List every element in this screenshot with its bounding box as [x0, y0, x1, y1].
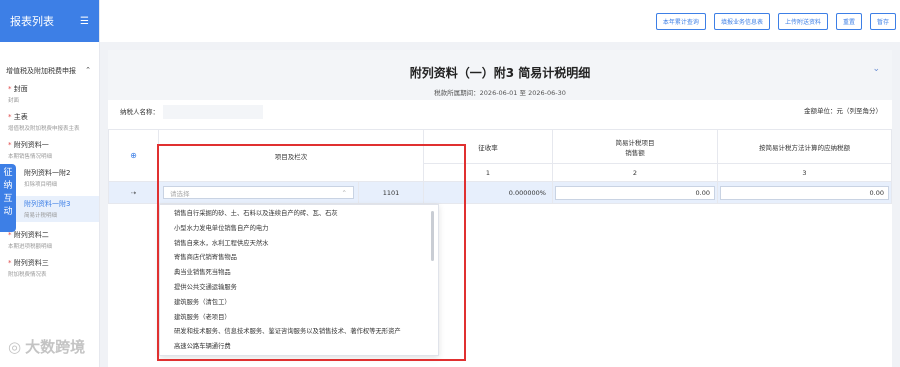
sidebar-item-sublabel: 扣除项目明细 [24, 182, 58, 188]
reset-button[interactable]: 重置 [835, 12, 862, 30]
watermark-logo-icon: ◎ [8, 337, 22, 356]
sales-cell: 0.00 [552, 181, 718, 204]
tax-input[interactable]: 0.00 [720, 185, 889, 200]
sidebar-item-label: 封面 [8, 84, 99, 94]
dropdown-scrollbar[interactable] [431, 211, 434, 261]
upload-attachments-button[interactable]: 上传附送资料 [777, 12, 828, 30]
sidebar-title: 报表列表 [10, 15, 54, 28]
dropdown-option[interactable]: 销售自来水，水利工程供应天然水 [160, 237, 438, 252]
sidebar-item-schedule-2[interactable]: 附列资料二 本期进项税额明细 [0, 230, 99, 250]
sidebar-item-label: 附列资料一附3 [24, 200, 71, 208]
sidebar-item-main[interactable]: 主表 增值税及附加税费申报表主表 [0, 112, 99, 132]
chevron-up-icon: ⌃ [341, 188, 347, 197]
dropdown-option[interactable]: 提供公共交通运输服务 [160, 281, 438, 296]
collapse-chevron-icon[interactable]: ⌄ [872, 64, 880, 74]
row-code: 1101 [358, 181, 424, 204]
item-dropdown: 销售自行采掘的砂、土、石料以及连续自产的砖、瓦、石灰 小型水力发电单位销售自产的… [159, 204, 439, 356]
header-rate: 征收率 [423, 129, 553, 164]
header-index-1: 1 [423, 163, 553, 182]
header-sales: 简易计税项目 销售额 [552, 129, 718, 164]
watermark: ◎ 大数跨境 [8, 336, 85, 357]
dropdown-option[interactable]: 销售自行采掘的砂、土、石料以及连续自产的砖、瓦、石灰 [160, 207, 438, 222]
header-index-3: 3 [717, 163, 892, 182]
sidebar-item-sublabel: 增值税及附加税费申报表主表 [8, 126, 80, 132]
save-draft-button[interactable]: 暂存 [869, 12, 896, 30]
sidebar-item-schedule-3[interactable]: 附列资料三 附加税费情况表 [0, 258, 99, 278]
sidebar-item-sublabel: 附加税费情况表 [8, 272, 47, 278]
annual-query-button[interactable]: 本年累计查询 [655, 12, 706, 30]
payer-name-field: 纳税人名称： [120, 105, 263, 119]
sidebar-group-label: 增值税及附加税费申报 [6, 67, 76, 75]
page-title: 附列资料（一）附3 简易计税明细 [409, 66, 591, 80]
dropdown-option[interactable]: 建筑服务（老项目） [160, 311, 438, 326]
sales-input[interactable]: 0.00 [555, 185, 715, 200]
payer-name-value [163, 105, 263, 119]
sidebar-item-cover[interactable]: 封面 封面 [0, 84, 99, 104]
item-select-placeholder: 请选择 [170, 189, 190, 198]
sidebar-item-sublabel: 本期销售情况明细 [8, 154, 53, 160]
dropdown-option[interactable]: 研发和技术服务、信息技术服务、鉴证咨询服务以及销售技术、著作权等无形资产 [160, 325, 438, 340]
sidebar-item-sublabel: 简易计税明细 [24, 213, 58, 219]
header-index-2: 2 [552, 163, 718, 182]
sidebar-item-label: 附列资料一 [8, 140, 99, 150]
add-row-cell: ⊕ [108, 129, 159, 182]
payer-name-label: 纳税人名称： [120, 108, 159, 116]
dropdown-option[interactable]: 高速公路车辆通行费 [160, 340, 438, 355]
watermark-text: 大数跨境 [25, 338, 86, 356]
table-row: ⇢ 请选择 ⌃ 1101 0.000000% 0.00 0.00 [108, 181, 892, 204]
info-row: 纳税人名称： 金额单位：元（列至角分） [120, 105, 882, 119]
interaction-float-tab[interactable]: 征纳互动 [0, 164, 16, 232]
item-select[interactable]: 请选择 ⌃ [163, 186, 354, 199]
business-info-button[interactable]: 填报业务信息表 [713, 12, 770, 30]
sidebar-item-label: 附列资料三 [8, 258, 99, 268]
amount-unit: 金额单位：元（列至角分） [804, 107, 882, 115]
sidebar-item-label: 附列资料一附2 [24, 169, 71, 177]
dropdown-option[interactable]: 典当业销售死当物品 [160, 266, 438, 281]
form-header: 附列资料（一）附3 简易计税明细 税款所属期间：2026-06-01 至 202… [108, 50, 892, 100]
tax-period: 税款所属期间：2026-06-01 至 2026-06-30 [434, 89, 566, 97]
sidebar-item-label: 附列资料二 [8, 230, 99, 240]
toolbar: 本年累计查询 填报业务信息表 上传附送资料 重置 暂存 [100, 0, 900, 42]
sidebar-header: 报表列表 ☰ [0, 0, 99, 42]
row-handle: ⇢ [108, 181, 159, 204]
item-select-cell: 请选择 ⌃ [158, 181, 359, 204]
row-rate: 0.000000% [423, 181, 553, 204]
sidebar-group[interactable]: 增值税及附加税费申报 ⌃ [0, 66, 99, 76]
sidebar-item-sublabel: 封面 [8, 98, 20, 104]
menu-icon[interactable]: ☰ [80, 16, 89, 27]
tax-cell: 0.00 [717, 181, 892, 204]
chevron-up-icon: ⌃ [85, 66, 91, 74]
dropdown-option[interactable]: 寄售商店代销寄售物品 [160, 251, 438, 266]
header-item: 项目及栏次 [158, 129, 424, 182]
sidebar-item-schedule-1[interactable]: 附列资料一 本期销售情况明细 [0, 140, 99, 160]
header-tax: 按简易计税方法计算的应纳税额 [717, 129, 892, 164]
sidebar-item-label: 主表 [8, 112, 99, 122]
dropdown-option[interactable]: 小型水力发电单位销售自产的电力 [160, 222, 438, 237]
simple-tax-table: ⊕ 项目及栏次 征收率 简易计税项目 销售额 按简易计税方法计算的应纳税额 1 … [108, 129, 892, 204]
sidebar-item-sublabel: 本期进项税额明细 [8, 244, 53, 250]
dropdown-option[interactable]: 建筑服务（清包工） [160, 296, 438, 311]
add-row-icon[interactable]: ⊕ [130, 151, 137, 160]
